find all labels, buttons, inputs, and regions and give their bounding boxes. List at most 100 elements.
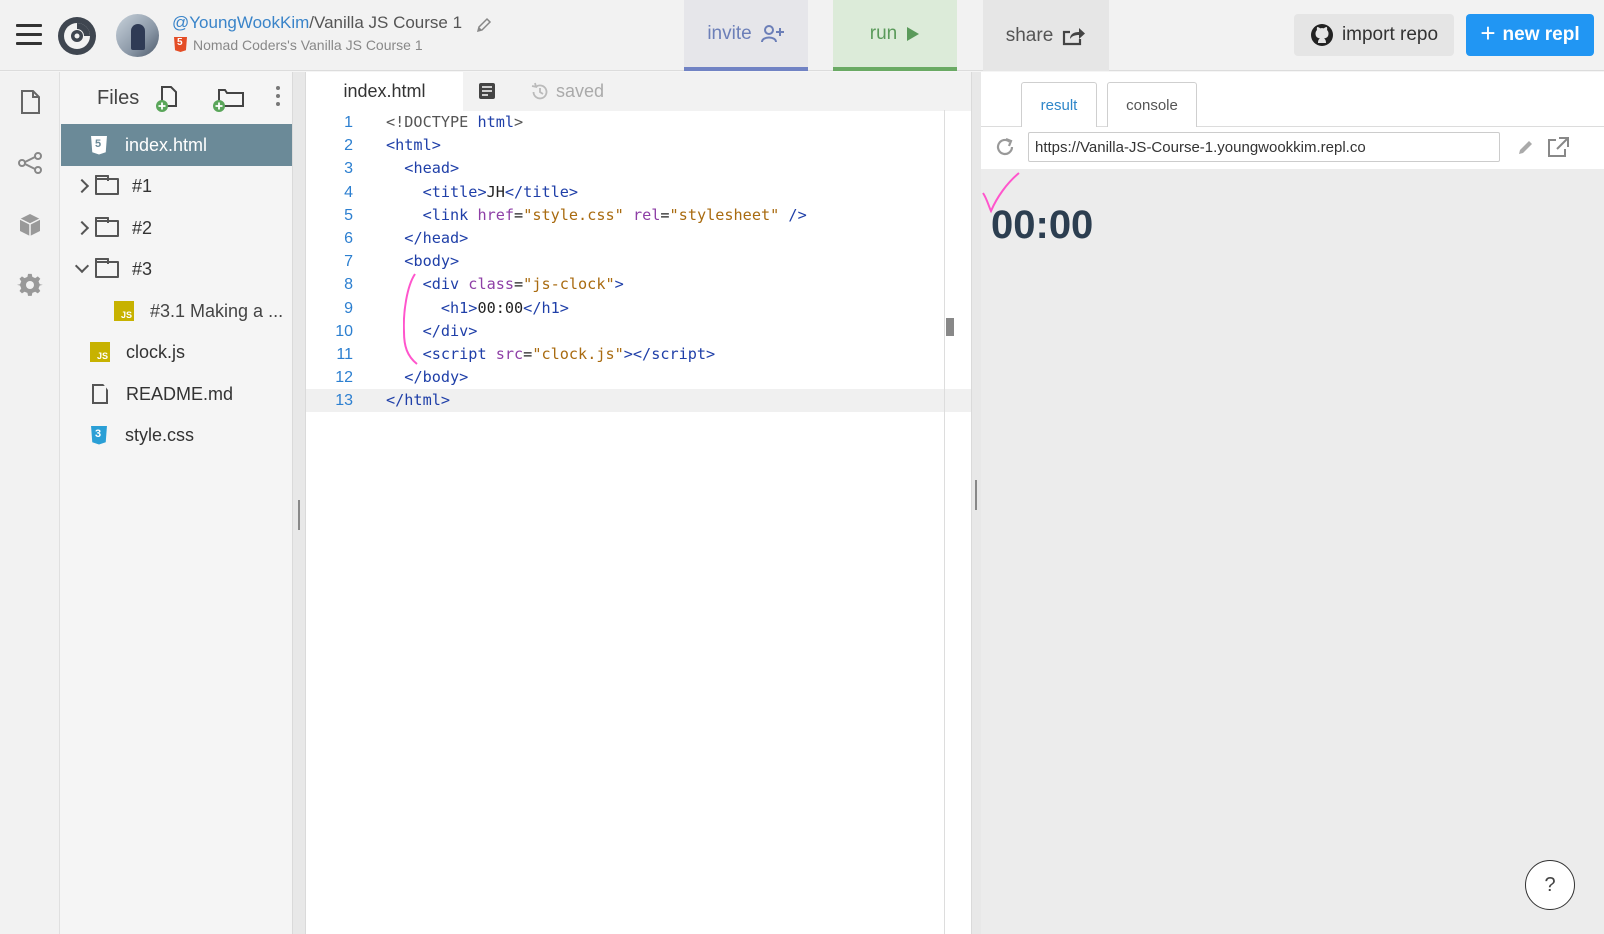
saved-status: saved — [530, 81, 604, 102]
preview-url-input[interactable] — [1028, 132, 1500, 162]
code-line-current: 13 </html> — [306, 389, 971, 413]
code-editor: index.html saved 1 <!DOCTYPE html> 2 <html… — [306, 72, 971, 934]
pencil-icon[interactable] — [1517, 138, 1535, 156]
history-icon — [531, 82, 548, 99]
import-repo-button[interactable]: import repo — [1294, 14, 1454, 56]
repl-owner-link[interactable]: @YoungWookKim — [172, 13, 309, 32]
line-number: 8 — [344, 276, 353, 294]
result-tabs: result console — [981, 72, 1604, 128]
help-label: ? — [1544, 873, 1556, 896]
repl-subtitle: Nomad Coders's Vanilla JS Course 1 — [174, 37, 423, 53]
new-repl-label: new repl — [1502, 24, 1580, 45]
replit-logo[interactable] — [56, 15, 98, 57]
pink-annotation-bracket — [403, 273, 418, 365]
tab-result[interactable]: result — [1021, 82, 1097, 128]
code-line: 6 </head> — [306, 227, 971, 250]
settings-icon[interactable] — [17, 272, 43, 298]
run-label: run — [869, 22, 898, 44]
file-label: README.md — [126, 383, 234, 404]
chevron-right-icon[interactable] — [74, 178, 90, 194]
file-item-3-1[interactable]: #3.1 Making a ... — [61, 290, 292, 332]
refresh-icon[interactable] — [994, 136, 1016, 158]
line-number: 5 — [344, 206, 353, 224]
open-in-new-tab-icon[interactable] — [1546, 136, 1570, 158]
repl-name[interactable]: Vanilla JS Course 1 — [314, 13, 462, 32]
github-icon — [1310, 24, 1333, 46]
format-icon[interactable] — [478, 82, 496, 100]
code-line: 5 <link href="style.css" rel="stylesheet… — [306, 204, 971, 227]
line-number: 1 — [344, 114, 353, 131]
folder-item-2[interactable]: #2 — [61, 207, 292, 249]
line-number: 13 — [335, 392, 353, 410]
line-number: 2 — [344, 137, 353, 155]
chevron-down-icon[interactable] — [74, 258, 90, 274]
editor-scrollbar[interactable] — [946, 318, 954, 336]
css-file-icon — [91, 425, 107, 445]
run-button[interactable]: run — [833, 0, 957, 71]
preview-url-bar — [981, 127, 1604, 169]
editor-tab-label: index.html — [343, 81, 426, 101]
html5-icon — [174, 37, 187, 52]
folder-item-3[interactable]: #3 — [61, 248, 292, 290]
add-folder-icon[interactable] — [211, 85, 247, 113]
code-line: 2 <html> — [306, 134, 971, 157]
files-editor-splitter[interactable] — [292, 72, 306, 934]
more-options-icon[interactable] — [275, 86, 281, 110]
preview-frame[interactable]: 00:00 — [981, 169, 1604, 934]
file-label: clock.js — [126, 341, 186, 362]
chevron-right-icon[interactable] — [74, 220, 90, 236]
line-number: 4 — [344, 183, 353, 201]
edit-title-icon[interactable] — [476, 17, 492, 33]
version-control-icon[interactable] — [17, 150, 43, 176]
menu-icon[interactable] — [16, 24, 42, 46]
invite-label: invite — [707, 22, 752, 44]
avatar[interactable] — [116, 14, 159, 57]
file-item-clock-js[interactable]: clock.js — [61, 331, 292, 373]
share-icon — [1063, 27, 1086, 45]
plus-icon: + — [1480, 18, 1496, 48]
saved-label: saved — [556, 81, 605, 101]
code-line: 1 <!DOCTYPE html> — [306, 111, 971, 134]
import-repo-label: import repo — [1341, 24, 1439, 45]
file-item-readme[interactable]: README.md — [61, 373, 292, 415]
play-icon — [907, 26, 920, 41]
code-line: 3 <head> — [306, 157, 971, 180]
line-number: 10 — [335, 322, 353, 340]
line-number: 9 — [344, 299, 353, 317]
share-button[interactable]: share — [983, 0, 1109, 71]
line-number: 7 — [344, 253, 353, 271]
repl-description: Nomad Coders's Vanilla JS Course 1 — [193, 37, 423, 53]
folder-icon — [95, 174, 119, 195]
html-file-icon — [91, 135, 107, 155]
line-number: 11 — [336, 345, 353, 363]
help-button[interactable]: ? — [1525, 860, 1575, 910]
result-pane: result console 00:00 — [981, 72, 1604, 934]
folder-item-1[interactable]: #1 — [61, 165, 292, 207]
new-repl-button[interactable]: + new repl — [1466, 14, 1594, 56]
tab-index-html[interactable]: index.html — [306, 72, 463, 111]
tab-console[interactable]: console — [1107, 82, 1197, 128]
share-label: share — [1005, 24, 1054, 46]
files-icon[interactable] — [17, 89, 43, 115]
invite-button[interactable]: invite — [684, 0, 808, 71]
repl-title: @YoungWookKim/Vanilla JS Course 1 — [172, 13, 462, 33]
js-file-icon — [114, 301, 134, 321]
line-number: 6 — [344, 229, 353, 247]
file-item-style-css[interactable]: style.css — [61, 414, 292, 456]
files-header: Files — [61, 72, 292, 127]
file-label: index.html — [125, 134, 208, 155]
file-item-index-html[interactable]: index.html — [61, 124, 292, 166]
add-file-icon[interactable] — [156, 85, 180, 113]
editor-scroll-track — [944, 110, 945, 934]
file-label: #3.1 Making a ... — [150, 300, 284, 321]
editor-result-splitter[interactable] — [971, 72, 981, 934]
folder-icon — [95, 257, 119, 278]
folder-label: #1 — [132, 175, 153, 196]
document-icon — [92, 384, 108, 404]
file-label: style.css — [125, 424, 195, 445]
js-file-icon — [90, 342, 110, 362]
packages-icon[interactable] — [17, 212, 43, 238]
tab-result-label: result — [1040, 97, 1078, 114]
tab-console-label: console — [1126, 97, 1178, 114]
top-bar: @YoungWookKim/Vanilla JS Course 1 Nomad … — [0, 0, 1604, 71]
